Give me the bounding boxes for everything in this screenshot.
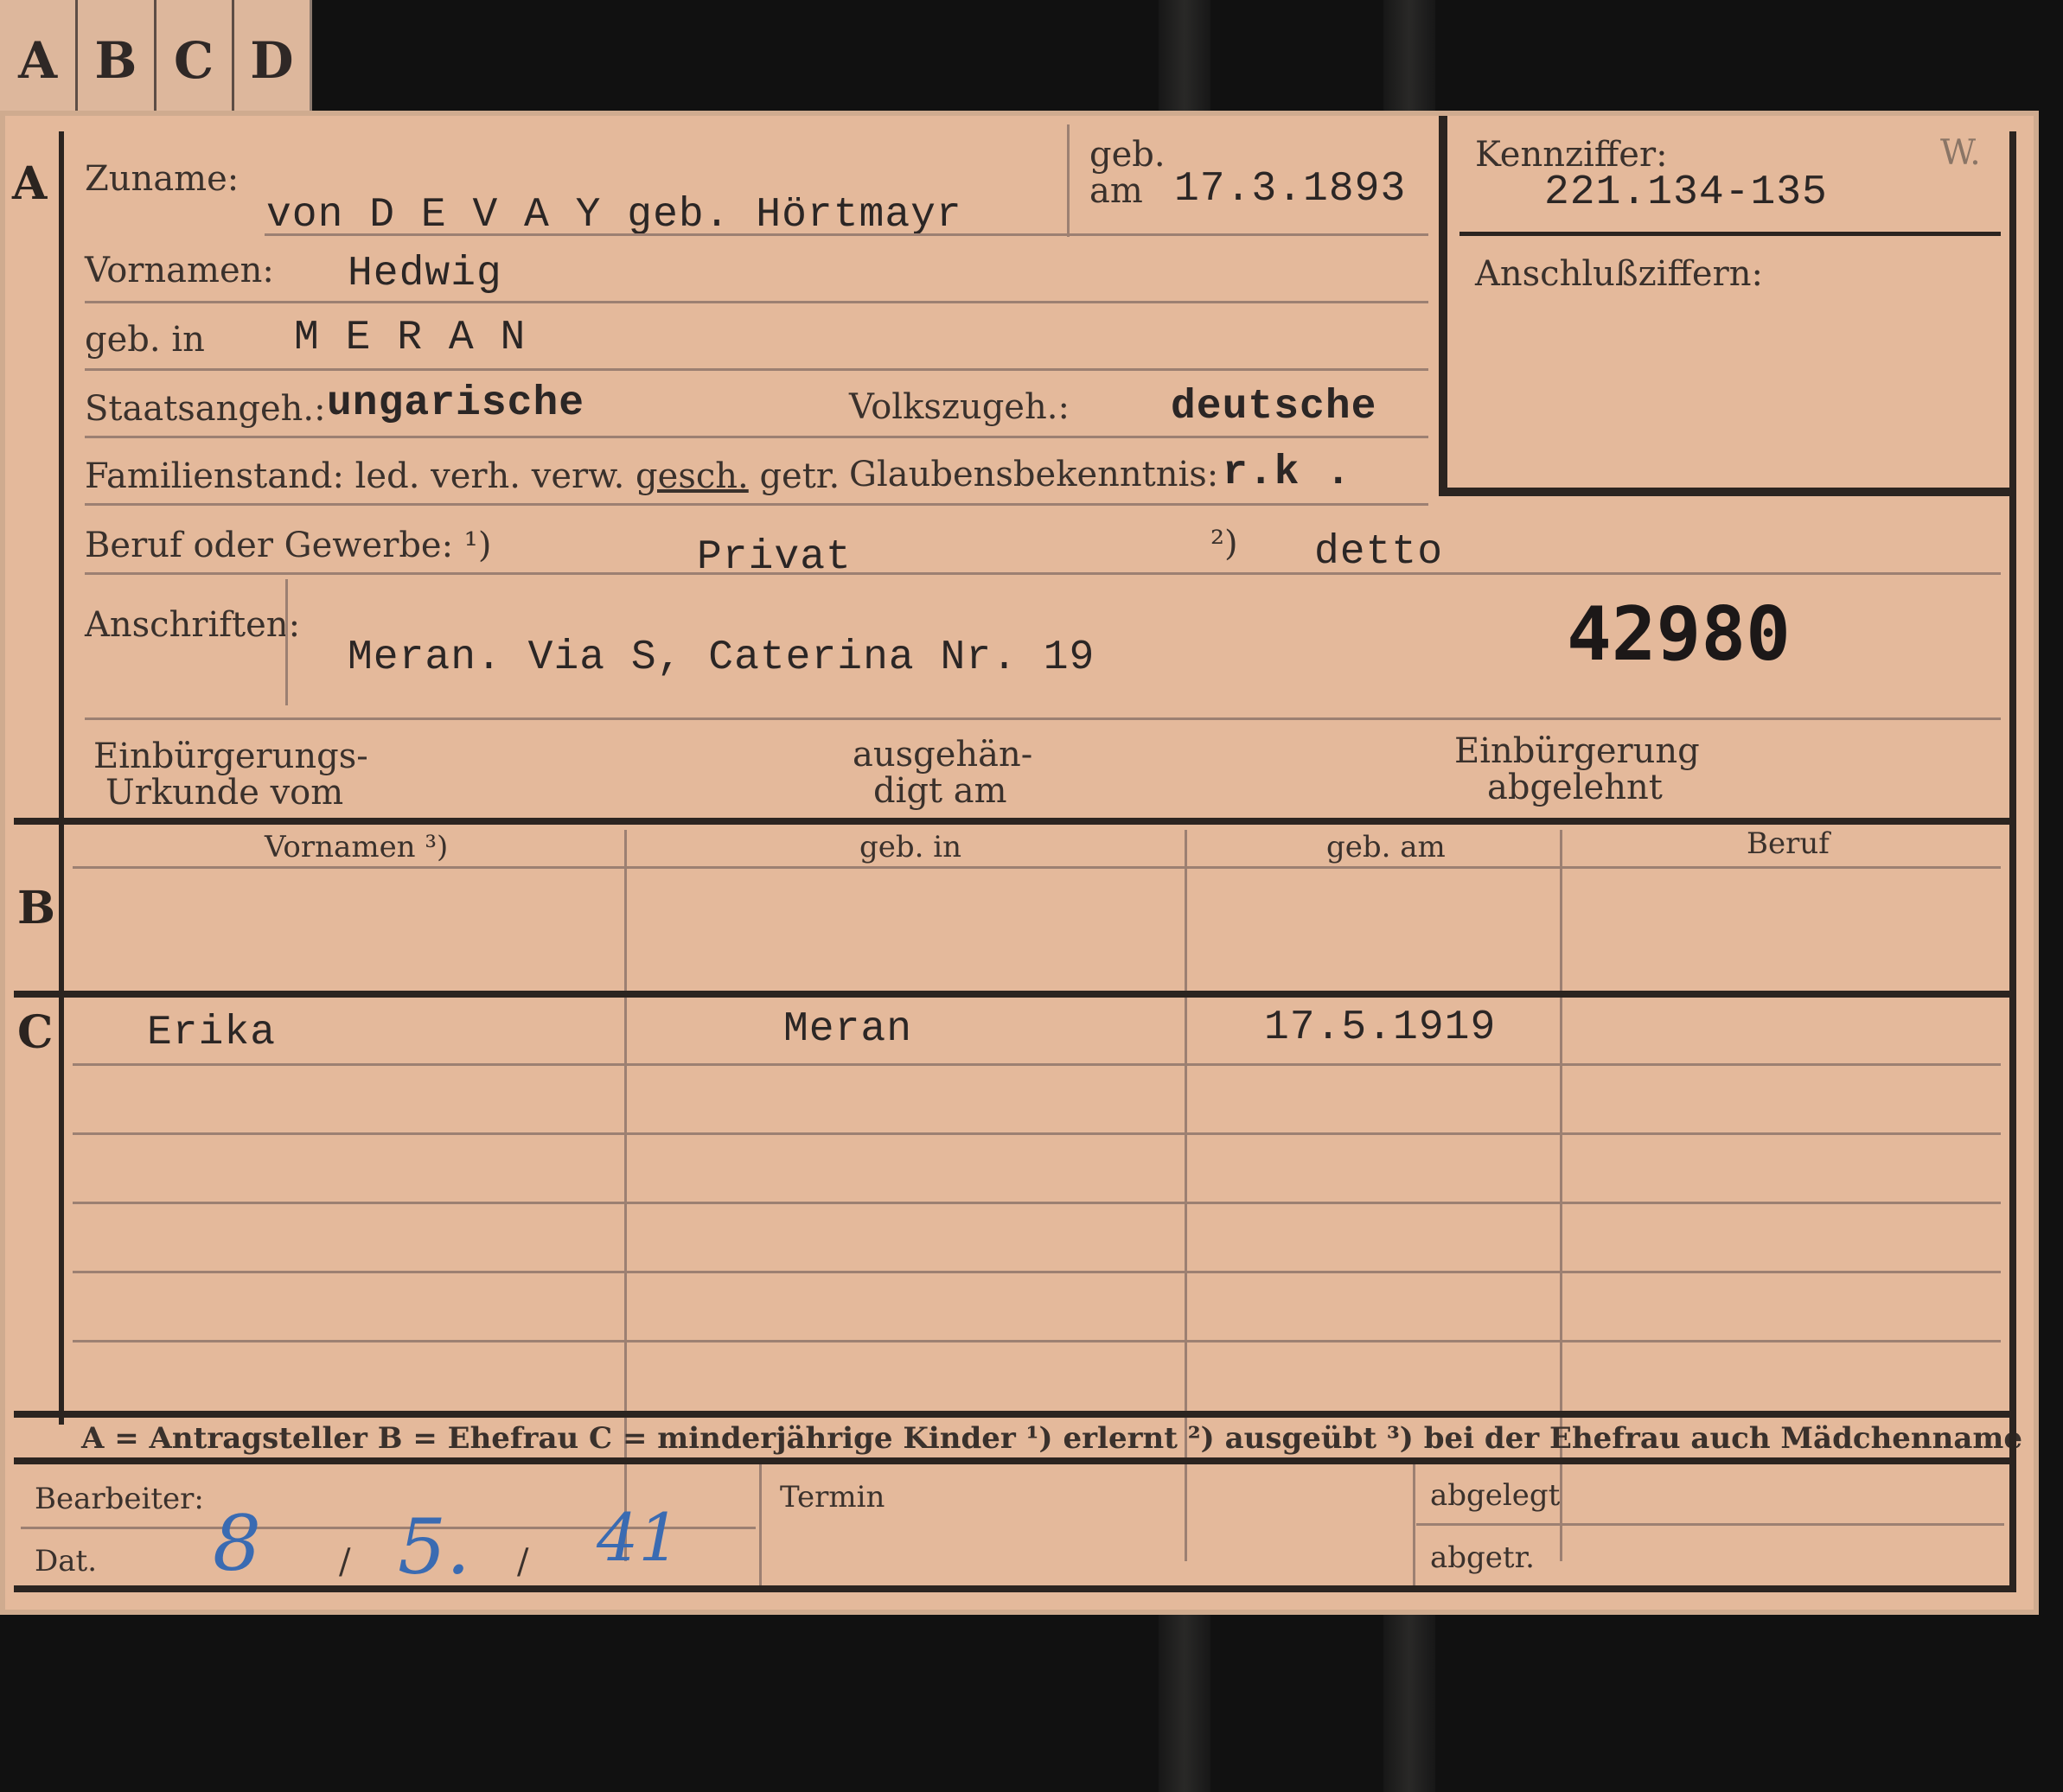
child-1-geb-am: 17.5.1919 — [1264, 1004, 1497, 1051]
row-line — [73, 1063, 2001, 1066]
anschriften-label: Anschriften: — [85, 605, 301, 645]
einbuergerung-label-2: Urkunde vom — [105, 773, 344, 813]
footer-bottom-rule — [14, 1585, 2009, 1592]
row-line — [85, 436, 1428, 438]
zuname-value: von D E V A Y geb. Hörtmayr — [266, 192, 962, 239]
abgelegt-label: abgelegt — [1430, 1478, 1561, 1513]
legend-text: A = Antragsteller B = Ehefrau C = minder… — [81, 1421, 2022, 1456]
vornamen-value: Hedwig — [348, 251, 502, 297]
ausgehaendigt-label-1: ausgehän- — [853, 735, 1033, 775]
row-line — [73, 1132, 2001, 1135]
section-b-header-vornamen: Vornamen ³) — [265, 830, 449, 864]
row-line — [265, 233, 1428, 236]
abgelehnt-label-1: Einbürgerung — [1454, 731, 1700, 771]
index-tabs: A B C D — [0, 0, 312, 121]
geb-in-label: geb. in — [85, 320, 205, 360]
bearbeiter-label: Bearbeiter: — [35, 1482, 204, 1516]
dat-label: Dat. — [35, 1544, 98, 1578]
glaubensbekenntnis-value: r.k . — [1223, 450, 1352, 496]
anschriften-value: Meran. Via S, Caterina Nr. 19 — [348, 635, 1095, 681]
row-line — [73, 866, 2001, 869]
abgetr-label: abgetr. — [1430, 1540, 1535, 1575]
registration-card: A Kennziffer: 221.134-135 W. Anschlußzif… — [0, 111, 2039, 1615]
geb-am-value: 17.3.1893 — [1174, 166, 1407, 213]
volkszugeh-label: Volkszugeh.: — [849, 387, 1070, 427]
geb-label: geb. — [1089, 135, 1166, 175]
staatsangeh-label: Staatsangeh.: — [85, 389, 326, 429]
kennziffer-value: 221.134-135 — [1544, 169, 1828, 216]
termin-label: Termin — [780, 1480, 885, 1515]
right-border — [2009, 131, 2016, 1592]
w-mark: W. — [1940, 133, 1981, 173]
staatsangeh-value: ungarische — [327, 380, 585, 427]
row-line — [85, 572, 2001, 575]
row-line — [85, 301, 1428, 303]
familienstand-options: Familienstand: led. verh. verw. — [85, 456, 625, 496]
familienstand-label: Familienstand: led. verh. verw. gesch. g… — [85, 456, 840, 496]
geb-am-divider — [1067, 124, 1070, 237]
row-line — [85, 717, 2001, 720]
beruf2-label: ²) — [1210, 524, 1238, 564]
kennziffer-divider — [1459, 232, 2001, 236]
section-b-letter: B — [17, 882, 55, 934]
row-line — [1416, 1523, 2004, 1526]
tab-d[interactable]: D — [234, 0, 310, 121]
abgelehnt-label-2: abgelehnt — [1487, 768, 1663, 807]
child-1-vorname: Erika — [147, 1010, 277, 1056]
file-number: 42980 — [1567, 591, 1791, 678]
section-b-header-geb-in: geb. in — [859, 830, 962, 864]
section-c-letter: C — [17, 1006, 54, 1059]
am-label: am — [1089, 171, 1143, 211]
zuname-label: Zuname: — [85, 159, 240, 199]
beruf-label: Beruf oder Gewerbe: ¹) — [85, 526, 492, 565]
row-line — [73, 1271, 2001, 1273]
beruf2-value: detto — [1314, 529, 1444, 576]
familienstand-selected: gesch. — [636, 456, 749, 496]
left-margin-rule — [59, 131, 64, 1425]
volkszugeh-value: deutsche — [1171, 384, 1377, 430]
row-line — [73, 1202, 2001, 1204]
date-separator: / — [517, 1542, 529, 1582]
row-line — [85, 503, 1428, 506]
tab-c[interactable]: C — [156, 0, 234, 121]
anschluss-label: Anschlußziffern: — [1475, 254, 1763, 294]
row-line — [73, 1340, 2001, 1342]
section-b-header-beruf: Beruf — [1747, 826, 1830, 861]
section-c-top-rule — [14, 991, 2009, 998]
vornamen-label: Vornamen: — [85, 251, 274, 290]
section-b-header-geb-am: geb. am — [1326, 830, 1446, 864]
familienstand-rest: getr. — [759, 456, 840, 496]
legend-top-rule — [14, 1411, 2009, 1418]
anschriften-divider — [285, 579, 288, 705]
section-a-letter: A — [12, 157, 48, 210]
section-b-top-rule — [14, 818, 2009, 825]
date-month: 5. — [398, 1502, 470, 1591]
date-year: 41 — [597, 1499, 680, 1576]
tab-a[interactable]: A — [0, 0, 79, 121]
ausgehaendigt-label-2: digt am — [873, 771, 1007, 811]
row-line — [85, 368, 1428, 371]
einbuergerung-label-1: Einbürgerungs- — [93, 737, 368, 776]
footer-divider — [759, 1464, 762, 1585]
tab-b[interactable]: B — [78, 0, 156, 121]
glaubensbekenntnis-label: Glaubensbekenntnis: — [849, 455, 1219, 494]
geb-in-value: M E R A N — [294, 315, 527, 361]
child-1-geb-in: Meran — [783, 1006, 913, 1053]
footer-divider — [1413, 1464, 1415, 1585]
date-separator: / — [339, 1542, 351, 1582]
legend-bottom-rule — [14, 1457, 2009, 1464]
date-day: 8 — [213, 1499, 261, 1588]
